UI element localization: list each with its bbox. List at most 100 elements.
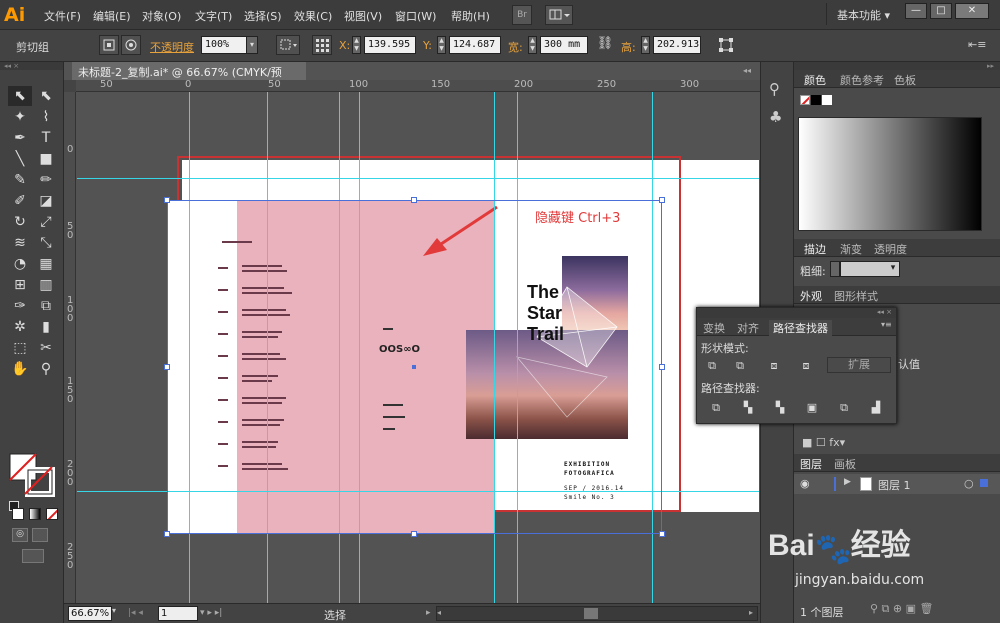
rotate-tool-icon[interactable]: ↻	[8, 212, 32, 232]
shape-builder-tool-icon[interactable]: ◔	[8, 254, 32, 274]
hand-tool-icon[interactable]: ✋	[8, 359, 32, 379]
color-mode-button[interactable]	[12, 508, 24, 520]
menu-window[interactable]: 窗口(W)	[395, 8, 436, 24]
collapse-panel-icon[interactable]: ◂◂	[743, 66, 751, 75]
blend-tool-icon[interactable]: ⧉	[34, 296, 58, 316]
tab-align[interactable]: 对齐	[737, 320, 759, 336]
outline-button[interactable]: ⧉	[835, 400, 853, 416]
close-window-button[interactable]: ✕	[955, 3, 989, 19]
none-color-icon[interactable]	[800, 95, 810, 105]
menu-effect[interactable]: 效果(C)	[294, 8, 332, 24]
panel-dock-collapse-icon[interactable]: ▸▸	[794, 62, 1000, 70]
type-tool-icon[interactable]: T	[34, 128, 58, 148]
horizontal-scrollbar[interactable]: ◂ ▸	[436, 606, 758, 621]
color-spectrum[interactable]	[798, 117, 982, 231]
tab-color-guide[interactable]: 颜色参考	[840, 72, 884, 88]
pathfinder-menu-icon[interactable]: ▾≡	[881, 320, 892, 329]
direct-selection-tool-icon[interactable]: ⬉	[34, 86, 58, 106]
symbol-sprayer-tool-icon[interactable]: ✲	[8, 317, 32, 337]
document-canvas[interactable]: OOS∞O The Star Trail EXHIBITION FOTOGRAF…	[77, 92, 759, 603]
symbols-icon[interactable]: ♣	[769, 108, 782, 126]
minus-front-button[interactable]: ⧉	[731, 358, 749, 374]
resize-handle[interactable]	[411, 197, 417, 203]
resize-handle[interactable]	[659, 364, 665, 370]
x-stepper[interactable]: ▲ ▼	[352, 36, 361, 54]
mesh-tool-icon[interactable]: ⊞	[8, 275, 32, 295]
minus-back-button[interactable]: ▟	[867, 400, 885, 416]
tab-appearance[interactable]: 外观	[800, 288, 822, 304]
expand-layer-icon[interactable]: ▶	[844, 477, 851, 487]
appearance-bottom-icons[interactable]: ■ ☐ fx▾	[802, 436, 845, 449]
page-field[interactable]: 1	[158, 606, 198, 621]
slice-tool-icon[interactable]: ✂	[34, 338, 58, 358]
control-panel-menu-icon[interactable]: ⇤≡	[968, 38, 986, 51]
gradient-tool-icon[interactable]: ▥	[34, 275, 58, 295]
eraser-tool-icon[interactable]: ◪	[34, 191, 58, 211]
layer-target-icon[interactable]: ○	[964, 477, 974, 490]
stroke-weight-stepper[interactable]	[830, 261, 840, 277]
menu-type[interactable]: 文字(T)	[195, 8, 232, 24]
y-stepper[interactable]: ▲ ▼	[437, 36, 446, 54]
status-menu-icon[interactable]: ▸	[426, 608, 431, 618]
magic-wand-tool-icon[interactable]: ✦	[8, 107, 32, 127]
zoom-dropdown[interactable]: ▾	[112, 606, 122, 621]
gradient-mode-button[interactable]	[29, 508, 41, 520]
screen-mode-button[interactable]	[22, 549, 44, 563]
lasso-tool-icon[interactable]: ⌇	[34, 107, 58, 127]
pathfinder-collapse-icon[interactable]: ◂◂ ×	[697, 308, 896, 318]
menu-select[interactable]: 选择(S)	[244, 8, 282, 24]
exclude-button[interactable]: ⧈	[797, 358, 815, 374]
tab-graphic-styles[interactable]: 图形样式	[834, 288, 878, 304]
selection-tool-icon[interactable]: ⬉	[8, 86, 32, 106]
bridge-button[interactable]: Br	[512, 5, 532, 25]
stroke-weight-dropdown[interactable]: ▾	[887, 261, 899, 277]
opacity-label[interactable]: 不透明度	[150, 39, 194, 55]
blob-brush-tool-icon[interactable]: ✐	[8, 191, 32, 211]
tab-artboards[interactable]: 画板	[834, 456, 856, 472]
perspective-grid-tool-icon[interactable]: ▦	[34, 254, 58, 274]
width-stepper[interactable]: ▲ ▼	[528, 36, 537, 54]
resize-handle[interactable]	[659, 531, 665, 537]
tab-pathfinder[interactable]: 路径查找器	[769, 320, 832, 336]
fill-stroke-swatch[interactable]	[8, 452, 58, 498]
menu-object[interactable]: 对象(O)	[142, 8, 181, 24]
free-transform-tool-icon[interactable]: ⤡	[34, 233, 58, 253]
artboard-tool-icon[interactable]: ⬚	[8, 338, 32, 358]
layers-bottom-icons[interactable]: ⚲ ⧉ ⊕ ▣ 🗑	[870, 602, 933, 616]
trim-button[interactable]: ▚	[739, 400, 757, 416]
width-field[interactable]: 300 mm	[540, 36, 588, 54]
divide-button[interactable]: ⧉	[707, 400, 725, 416]
menu-help[interactable]: 帮助(H)	[451, 8, 490, 24]
white-swatch[interactable]	[822, 95, 832, 105]
pen-tool-icon[interactable]: ✒	[8, 128, 32, 148]
layer-row[interactable]: ◉ ▶ 图层 1 ○	[794, 474, 1000, 494]
height-field[interactable]: 202.913	[653, 36, 701, 54]
layer-name[interactable]: 图层 1	[878, 477, 911, 493]
constrain-proportions-icon[interactable]: ⛓	[596, 36, 614, 54]
eye-icon[interactable]: ◉	[800, 477, 810, 490]
menu-file[interactable]: 文件(F)	[44, 8, 81, 24]
resize-handle[interactable]	[164, 364, 170, 370]
tab-transform[interactable]: 变换	[703, 320, 725, 336]
edit-clipping-path-button[interactable]	[99, 35, 119, 55]
tab-swatches[interactable]: 色板	[894, 72, 916, 88]
page-nav-icons[interactable]: ▾ ▸ ▸|	[200, 608, 222, 618]
tools-panel-collapse-icon[interactable]: ◂◂ ×	[0, 62, 63, 70]
tab-transparency[interactable]: 透明度	[874, 241, 907, 257]
paintbrush-tool-icon[interactable]: ✎	[8, 170, 32, 190]
draw-mode-button[interactable]: ◎	[12, 528, 28, 542]
workspace-switcher[interactable]: 基本功能 ▾	[826, 3, 902, 25]
zoom-field[interactable]: 66.67%	[68, 606, 112, 621]
black-swatch[interactable]	[811, 95, 821, 105]
zoom-tool-icon[interactable]: ⚲	[34, 359, 58, 379]
intersect-button[interactable]: ⧈	[765, 358, 783, 374]
minimize-button[interactable]: —	[905, 3, 927, 19]
tab-gradient[interactable]: 渐变	[840, 241, 862, 257]
eyedropper-tool-icon[interactable]: ✑	[8, 296, 32, 316]
opacity-dropdown[interactable]: ▾	[246, 36, 258, 54]
tab-color[interactable]: 颜色	[804, 72, 826, 88]
x-field[interactable]: 139.595	[364, 36, 416, 54]
vertical-ruler[interactable]	[64, 92, 76, 603]
first-page-icon[interactable]: |◂ ◂	[128, 608, 143, 618]
tab-stroke[interactable]: 描边	[804, 241, 826, 257]
